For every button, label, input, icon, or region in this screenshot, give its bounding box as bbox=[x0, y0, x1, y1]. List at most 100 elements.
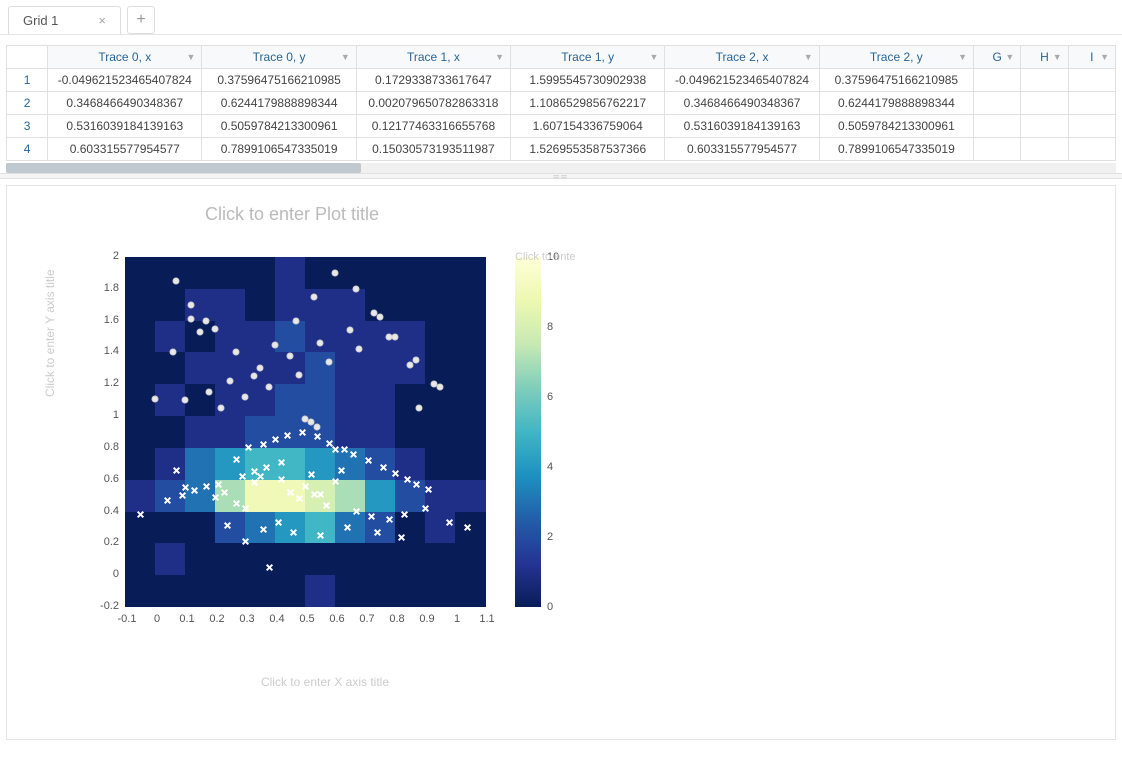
add-tab-button[interactable]: + bbox=[127, 6, 155, 34]
y-tick: 2 bbox=[113, 250, 119, 262]
column-header[interactable]: G▼ bbox=[974, 46, 1021, 69]
grid-cell[interactable]: 0.37596475166210985 bbox=[202, 69, 356, 92]
grid-cell[interactable] bbox=[1068, 69, 1115, 92]
column-header[interactable]: H▼ bbox=[1021, 46, 1068, 69]
scatter-point bbox=[392, 470, 399, 477]
column-header[interactable]: I▼ bbox=[1068, 46, 1115, 69]
grid-cell[interactable] bbox=[974, 69, 1021, 92]
scatter-point bbox=[251, 479, 258, 486]
grid-cell[interactable] bbox=[1068, 138, 1115, 161]
grid-cell[interactable]: 0.3468466490348367 bbox=[665, 92, 819, 115]
grid-cell[interactable]: 1.5995545730902938 bbox=[511, 69, 665, 92]
scrollbar-thumb[interactable] bbox=[6, 163, 361, 173]
x-axis-title-input[interactable]: Click to enter X axis title bbox=[145, 675, 505, 689]
scatter-point bbox=[242, 505, 249, 512]
column-header[interactable]: Trace 0, x▼ bbox=[48, 46, 202, 69]
column-header[interactable]: Trace 0, y ▼ bbox=[202, 46, 356, 69]
tab-grid-1[interactable]: Grid 1 × bbox=[8, 6, 121, 34]
chart[interactable]: Click to enter Y axis title -0.200.20.40… bbox=[45, 237, 585, 657]
row-number[interactable]: 4 bbox=[7, 138, 48, 161]
chevron-down-icon[interactable]: ▼ bbox=[1005, 52, 1014, 62]
y-axis-title-input[interactable]: Click to enter Y axis title bbox=[43, 269, 57, 397]
scatter-point bbox=[182, 397, 189, 404]
plot-title-input[interactable]: Click to enter Plot title bbox=[205, 204, 1097, 225]
scatter-point bbox=[353, 285, 360, 292]
chevron-down-icon[interactable]: ▼ bbox=[495, 52, 504, 62]
pane-splitter[interactable] bbox=[0, 173, 1122, 179]
chevron-down-icon[interactable]: ▼ bbox=[649, 52, 658, 62]
grid-cell[interactable] bbox=[974, 138, 1021, 161]
chevron-down-icon[interactable]: ▼ bbox=[341, 52, 350, 62]
x-tick: 0.2 bbox=[205, 613, 229, 625]
scatter-point bbox=[284, 432, 291, 439]
x-tick: 1.1 bbox=[475, 613, 499, 625]
column-header[interactable]: Trace 2, x▼ bbox=[665, 46, 819, 69]
close-icon[interactable]: × bbox=[98, 13, 106, 28]
grid-cell[interactable]: 0.37596475166210985 bbox=[819, 69, 973, 92]
y-tick: 1 bbox=[113, 409, 119, 421]
chevron-down-icon[interactable]: ▼ bbox=[187, 52, 196, 62]
grid-cell[interactable]: 0.6244179888898344 bbox=[202, 92, 356, 115]
grid-cell[interactable]: 1.607154336759064 bbox=[511, 115, 665, 138]
y-tick: 0.8 bbox=[104, 441, 119, 453]
scatter-point bbox=[272, 341, 279, 348]
scatter-point bbox=[332, 478, 339, 485]
row-number[interactable]: 3 bbox=[7, 115, 48, 138]
scatter-point bbox=[416, 405, 423, 412]
chevron-down-icon[interactable]: ▼ bbox=[1053, 52, 1062, 62]
scatter-point bbox=[422, 505, 429, 512]
chevron-down-icon[interactable]: ▼ bbox=[804, 52, 813, 62]
data-grid[interactable]: Trace 0, x▼Trace 0, y▼Trace 1, x▼Trace 1… bbox=[6, 45, 1116, 161]
scatter-point bbox=[326, 440, 333, 447]
horizontal-scrollbar[interactable] bbox=[6, 163, 1116, 173]
grid-cell[interactable]: 0.5316039184139163 bbox=[665, 115, 819, 138]
scatter-point bbox=[170, 349, 177, 356]
scatter-point bbox=[404, 476, 411, 483]
scatter-point bbox=[227, 378, 234, 385]
grid-cell[interactable]: 0.002079650782863318 bbox=[356, 92, 510, 115]
grid-cell[interactable]: 0.7899106547335019 bbox=[202, 138, 356, 161]
grid-cell[interactable]: 0.5059784213300961 bbox=[819, 115, 973, 138]
scatter-point bbox=[287, 489, 294, 496]
grid-cell[interactable]: -0.049621523465407824 bbox=[48, 69, 202, 92]
scatter-point bbox=[206, 389, 213, 396]
scatter-point bbox=[188, 316, 195, 323]
scatter-point bbox=[332, 269, 339, 276]
column-label: Trace 0, y bbox=[253, 50, 306, 64]
column-header[interactable]: Trace 2, y▼ bbox=[819, 46, 973, 69]
tab-bar: Grid 1 × + bbox=[0, 0, 1122, 35]
grid-cell[interactable]: 0.603315577954577 bbox=[665, 138, 819, 161]
legend-title-input[interactable]: Click to ente bbox=[515, 251, 576, 263]
grid-cell[interactable]: 1.5269553587537366 bbox=[511, 138, 665, 161]
row-number[interactable]: 2 bbox=[7, 92, 48, 115]
grid-cell[interactable] bbox=[1021, 138, 1068, 161]
row-number[interactable]: 1 bbox=[7, 69, 48, 92]
column-header[interactable]: Trace 1, y▼ bbox=[511, 46, 665, 69]
chevron-down-icon[interactable]: ▼ bbox=[958, 52, 967, 62]
grid-cell[interactable]: 0.7899106547335019 bbox=[819, 138, 973, 161]
column-header[interactable]: Trace 1, x▼ bbox=[356, 46, 510, 69]
grid-cell[interactable] bbox=[974, 92, 1021, 115]
scatter-point bbox=[386, 333, 393, 340]
grid-cell[interactable] bbox=[1068, 115, 1115, 138]
chevron-down-icon[interactable]: ▼ bbox=[1100, 52, 1109, 62]
grid-cell[interactable] bbox=[1021, 92, 1068, 115]
grid-cell[interactable] bbox=[974, 115, 1021, 138]
grid-cell[interactable] bbox=[1068, 92, 1115, 115]
grid-cell[interactable]: 0.1729338733617647 bbox=[356, 69, 510, 92]
grid-cell[interactable]: 0.6244179888898344 bbox=[819, 92, 973, 115]
grid-cell[interactable]: 0.5316039184139163 bbox=[48, 115, 202, 138]
grid-cell[interactable]: 0.12177463316655768 bbox=[356, 115, 510, 138]
grid-cell[interactable] bbox=[1021, 69, 1068, 92]
colorbar[interactable] bbox=[515, 257, 541, 607]
grid-cell[interactable]: 1.1086529856762217 bbox=[511, 92, 665, 115]
grid-cell[interactable]: -0.049621523465407824 bbox=[665, 69, 819, 92]
x-tick: 0 bbox=[145, 613, 169, 625]
grid-cell[interactable]: 0.603315577954577 bbox=[48, 138, 202, 161]
grid-cell[interactable] bbox=[1021, 115, 1068, 138]
scatter-point bbox=[197, 328, 204, 335]
y-tick: 1.4 bbox=[104, 345, 119, 357]
grid-cell[interactable]: 0.3468466490348367 bbox=[48, 92, 202, 115]
grid-cell[interactable]: 0.5059784213300961 bbox=[202, 115, 356, 138]
grid-cell[interactable]: 0.15030573193511987 bbox=[356, 138, 510, 161]
